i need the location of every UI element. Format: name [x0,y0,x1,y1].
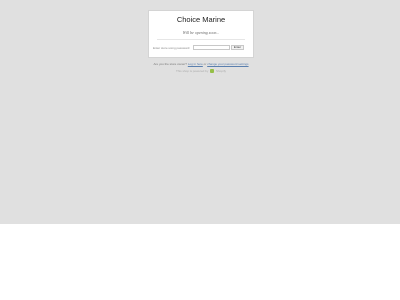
powered-prefix: This shop is powered by [175,69,209,73]
divider [157,39,245,40]
store-title: Choice Marine [176,15,226,24]
login-link[interactable]: Log in here [188,62,203,66]
enter-button[interactable]: Enter [231,45,244,50]
password-card: Choice Marine Will be opening soon... En… [148,10,254,58]
powered-line: This shop is powered by Shopify [148,69,254,74]
owner-prefix: Are you the store owner? [153,62,187,66]
shopify-bag-icon [210,69,215,74]
change-password-link[interactable]: change your password settings [207,62,248,66]
password-label: Enter store using password: [153,46,191,50]
password-page: Choice Marine Will be opening soon... En… [0,0,400,224]
powered-brand[interactable]: Shopify [216,69,226,73]
password-input[interactable] [193,45,230,50]
or-text: or [203,62,207,66]
store-message: Will be opening soon... [182,30,220,35]
owner-line: Are you the store owner? Log in here or … [148,62,254,66]
